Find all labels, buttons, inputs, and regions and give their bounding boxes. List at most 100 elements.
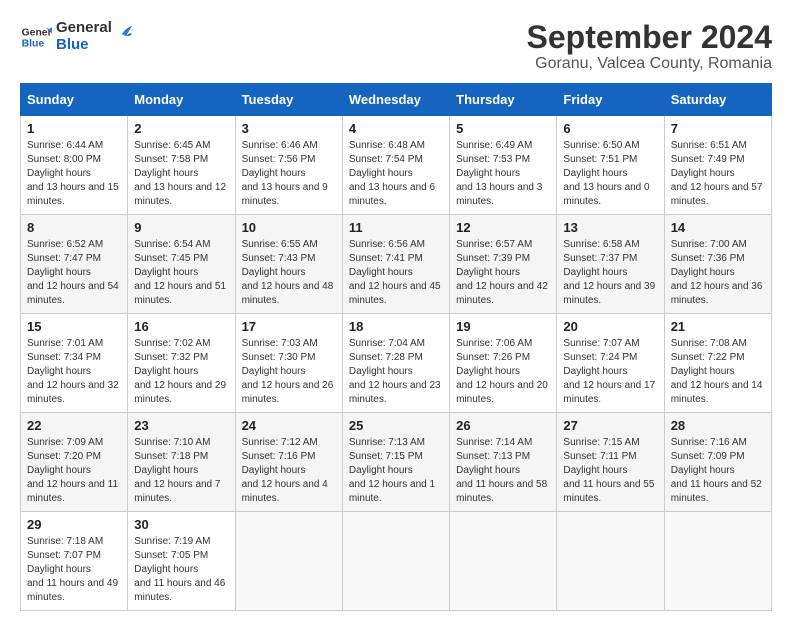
day-info: Sunrise: 7:03 AM Sunset: 7:30 PM Dayligh… (242, 337, 336, 407)
calendar-cell (342, 512, 449, 611)
day-info: Sunrise: 6:50 AM Sunset: 7:51 PM Dayligh… (563, 139, 657, 209)
day-number: 14 (671, 220, 765, 235)
calendar-cell: 26 Sunrise: 7:14 AM Sunset: 7:13 PM Dayl… (450, 413, 557, 512)
logo-text-general: General (56, 20, 112, 37)
day-info: Sunrise: 6:58 AM Sunset: 7:37 PM Dayligh… (563, 238, 657, 308)
day-info: Sunrise: 7:15 AM Sunset: 7:11 PM Dayligh… (563, 436, 657, 506)
day-info: Sunrise: 6:44 AM Sunset: 8:00 PM Dayligh… (27, 139, 121, 209)
day-number: 9 (134, 220, 228, 235)
calendar-cell: 4 Sunrise: 6:48 AM Sunset: 7:54 PM Dayli… (342, 116, 449, 215)
day-number: 10 (242, 220, 336, 235)
day-number: 25 (349, 418, 443, 433)
calendar-cell: 20 Sunrise: 7:07 AM Sunset: 7:24 PM Dayl… (557, 314, 664, 413)
logo: General Blue General Blue (20, 20, 132, 53)
page-header: General Blue General Blue September 2024… (20, 20, 772, 73)
day-info: Sunrise: 7:13 AM Sunset: 7:15 PM Dayligh… (349, 436, 443, 506)
day-info: Sunrise: 7:04 AM Sunset: 7:28 PM Dayligh… (349, 337, 443, 407)
logo-icon: General Blue (20, 21, 52, 53)
header-sunday: Sunday (21, 84, 128, 116)
logo-bird-icon (112, 20, 132, 48)
day-info: Sunrise: 6:46 AM Sunset: 7:56 PM Dayligh… (242, 139, 336, 209)
svg-text:Blue: Blue (22, 38, 45, 49)
day-number: 19 (456, 319, 550, 334)
calendar-table: SundayMondayTuesdayWednesdayThursdayFrid… (20, 83, 772, 611)
calendar-cell (664, 512, 771, 611)
day-number: 5 (456, 121, 550, 136)
day-info: Sunrise: 7:00 AM Sunset: 7:36 PM Dayligh… (671, 238, 765, 308)
day-number: 18 (349, 319, 443, 334)
calendar-cell: 27 Sunrise: 7:15 AM Sunset: 7:11 PM Dayl… (557, 413, 664, 512)
page-title: September 2024 (527, 20, 772, 55)
title-block: September 2024 Goranu, Valcea County, Ro… (527, 20, 772, 73)
day-info: Sunrise: 6:51 AM Sunset: 7:49 PM Dayligh… (671, 139, 765, 209)
day-number: 11 (349, 220, 443, 235)
day-number: 24 (242, 418, 336, 433)
calendar-cell: 12 Sunrise: 6:57 AM Sunset: 7:39 PM Dayl… (450, 215, 557, 314)
day-number: 20 (563, 319, 657, 334)
calendar-cell: 28 Sunrise: 7:16 AM Sunset: 7:09 PM Dayl… (664, 413, 771, 512)
day-info: Sunrise: 7:18 AM Sunset: 7:07 PM Dayligh… (27, 535, 121, 605)
day-number: 8 (27, 220, 121, 235)
day-number: 1 (27, 121, 121, 136)
day-number: 17 (242, 319, 336, 334)
calendar-cell: 30 Sunrise: 7:19 AM Sunset: 7:05 PM Dayl… (128, 512, 235, 611)
day-number: 23 (134, 418, 228, 433)
day-info: Sunrise: 7:12 AM Sunset: 7:16 PM Dayligh… (242, 436, 336, 506)
calendar-cell: 7 Sunrise: 6:51 AM Sunset: 7:49 PM Dayli… (664, 116, 771, 215)
day-info: Sunrise: 7:08 AM Sunset: 7:22 PM Dayligh… (671, 337, 765, 407)
calendar-week-row: 8 Sunrise: 6:52 AM Sunset: 7:47 PM Dayli… (21, 215, 772, 314)
day-number: 21 (671, 319, 765, 334)
day-number: 16 (134, 319, 228, 334)
day-number: 7 (671, 121, 765, 136)
calendar-cell: 19 Sunrise: 7:06 AM Sunset: 7:26 PM Dayl… (450, 314, 557, 413)
day-info: Sunrise: 7:10 AM Sunset: 7:18 PM Dayligh… (134, 436, 228, 506)
day-number: 29 (27, 517, 121, 532)
calendar-week-row: 22 Sunrise: 7:09 AM Sunset: 7:20 PM Dayl… (21, 413, 772, 512)
calendar-cell: 18 Sunrise: 7:04 AM Sunset: 7:28 PM Dayl… (342, 314, 449, 413)
day-info: Sunrise: 6:48 AM Sunset: 7:54 PM Dayligh… (349, 139, 443, 209)
calendar-cell: 16 Sunrise: 7:02 AM Sunset: 7:32 PM Dayl… (128, 314, 235, 413)
day-number: 22 (27, 418, 121, 433)
day-info: Sunrise: 7:02 AM Sunset: 7:32 PM Dayligh… (134, 337, 228, 407)
calendar-week-row: 29 Sunrise: 7:18 AM Sunset: 7:07 PM Dayl… (21, 512, 772, 611)
calendar-cell: 2 Sunrise: 6:45 AM Sunset: 7:58 PM Dayli… (128, 116, 235, 215)
calendar-week-row: 15 Sunrise: 7:01 AM Sunset: 7:34 PM Dayl… (21, 314, 772, 413)
logo-text-blue: Blue (56, 37, 112, 54)
day-number: 12 (456, 220, 550, 235)
day-info: Sunrise: 6:56 AM Sunset: 7:41 PM Dayligh… (349, 238, 443, 308)
day-number: 28 (671, 418, 765, 433)
calendar-header-row: SundayMondayTuesdayWednesdayThursdayFrid… (21, 84, 772, 116)
calendar-cell: 14 Sunrise: 7:00 AM Sunset: 7:36 PM Dayl… (664, 215, 771, 314)
calendar-cell: 6 Sunrise: 6:50 AM Sunset: 7:51 PM Dayli… (557, 116, 664, 215)
calendar-cell: 8 Sunrise: 6:52 AM Sunset: 7:47 PM Dayli… (21, 215, 128, 314)
day-info: Sunrise: 7:09 AM Sunset: 7:20 PM Dayligh… (27, 436, 121, 506)
calendar-cell: 1 Sunrise: 6:44 AM Sunset: 8:00 PM Dayli… (21, 116, 128, 215)
calendar-cell: 5 Sunrise: 6:49 AM Sunset: 7:53 PM Dayli… (450, 116, 557, 215)
day-info: Sunrise: 7:19 AM Sunset: 7:05 PM Dayligh… (134, 535, 228, 605)
day-info: Sunrise: 6:49 AM Sunset: 7:53 PM Dayligh… (456, 139, 550, 209)
day-number: 2 (134, 121, 228, 136)
calendar-cell (557, 512, 664, 611)
calendar-cell: 9 Sunrise: 6:54 AM Sunset: 7:45 PM Dayli… (128, 215, 235, 314)
calendar-cell: 11 Sunrise: 6:56 AM Sunset: 7:41 PM Dayl… (342, 215, 449, 314)
page-subtitle: Goranu, Valcea County, Romania (527, 55, 772, 73)
calendar-cell: 13 Sunrise: 6:58 AM Sunset: 7:37 PM Dayl… (557, 215, 664, 314)
day-info: Sunrise: 6:55 AM Sunset: 7:43 PM Dayligh… (242, 238, 336, 308)
calendar-cell: 23 Sunrise: 7:10 AM Sunset: 7:18 PM Dayl… (128, 413, 235, 512)
header-saturday: Saturday (664, 84, 771, 116)
day-number: 15 (27, 319, 121, 334)
day-info: Sunrise: 6:54 AM Sunset: 7:45 PM Dayligh… (134, 238, 228, 308)
header-monday: Monday (128, 84, 235, 116)
day-number: 4 (349, 121, 443, 136)
calendar-cell: 29 Sunrise: 7:18 AM Sunset: 7:07 PM Dayl… (21, 512, 128, 611)
day-info: Sunrise: 6:52 AM Sunset: 7:47 PM Dayligh… (27, 238, 121, 308)
calendar-cell: 25 Sunrise: 7:13 AM Sunset: 7:15 PM Dayl… (342, 413, 449, 512)
calendar-cell: 24 Sunrise: 7:12 AM Sunset: 7:16 PM Dayl… (235, 413, 342, 512)
day-number: 30 (134, 517, 228, 532)
calendar-cell: 22 Sunrise: 7:09 AM Sunset: 7:20 PM Dayl… (21, 413, 128, 512)
day-info: Sunrise: 6:45 AM Sunset: 7:58 PM Dayligh… (134, 139, 228, 209)
day-info: Sunrise: 7:06 AM Sunset: 7:26 PM Dayligh… (456, 337, 550, 407)
calendar-cell: 21 Sunrise: 7:08 AM Sunset: 7:22 PM Dayl… (664, 314, 771, 413)
calendar-cell: 10 Sunrise: 6:55 AM Sunset: 7:43 PM Dayl… (235, 215, 342, 314)
calendar-cell (450, 512, 557, 611)
